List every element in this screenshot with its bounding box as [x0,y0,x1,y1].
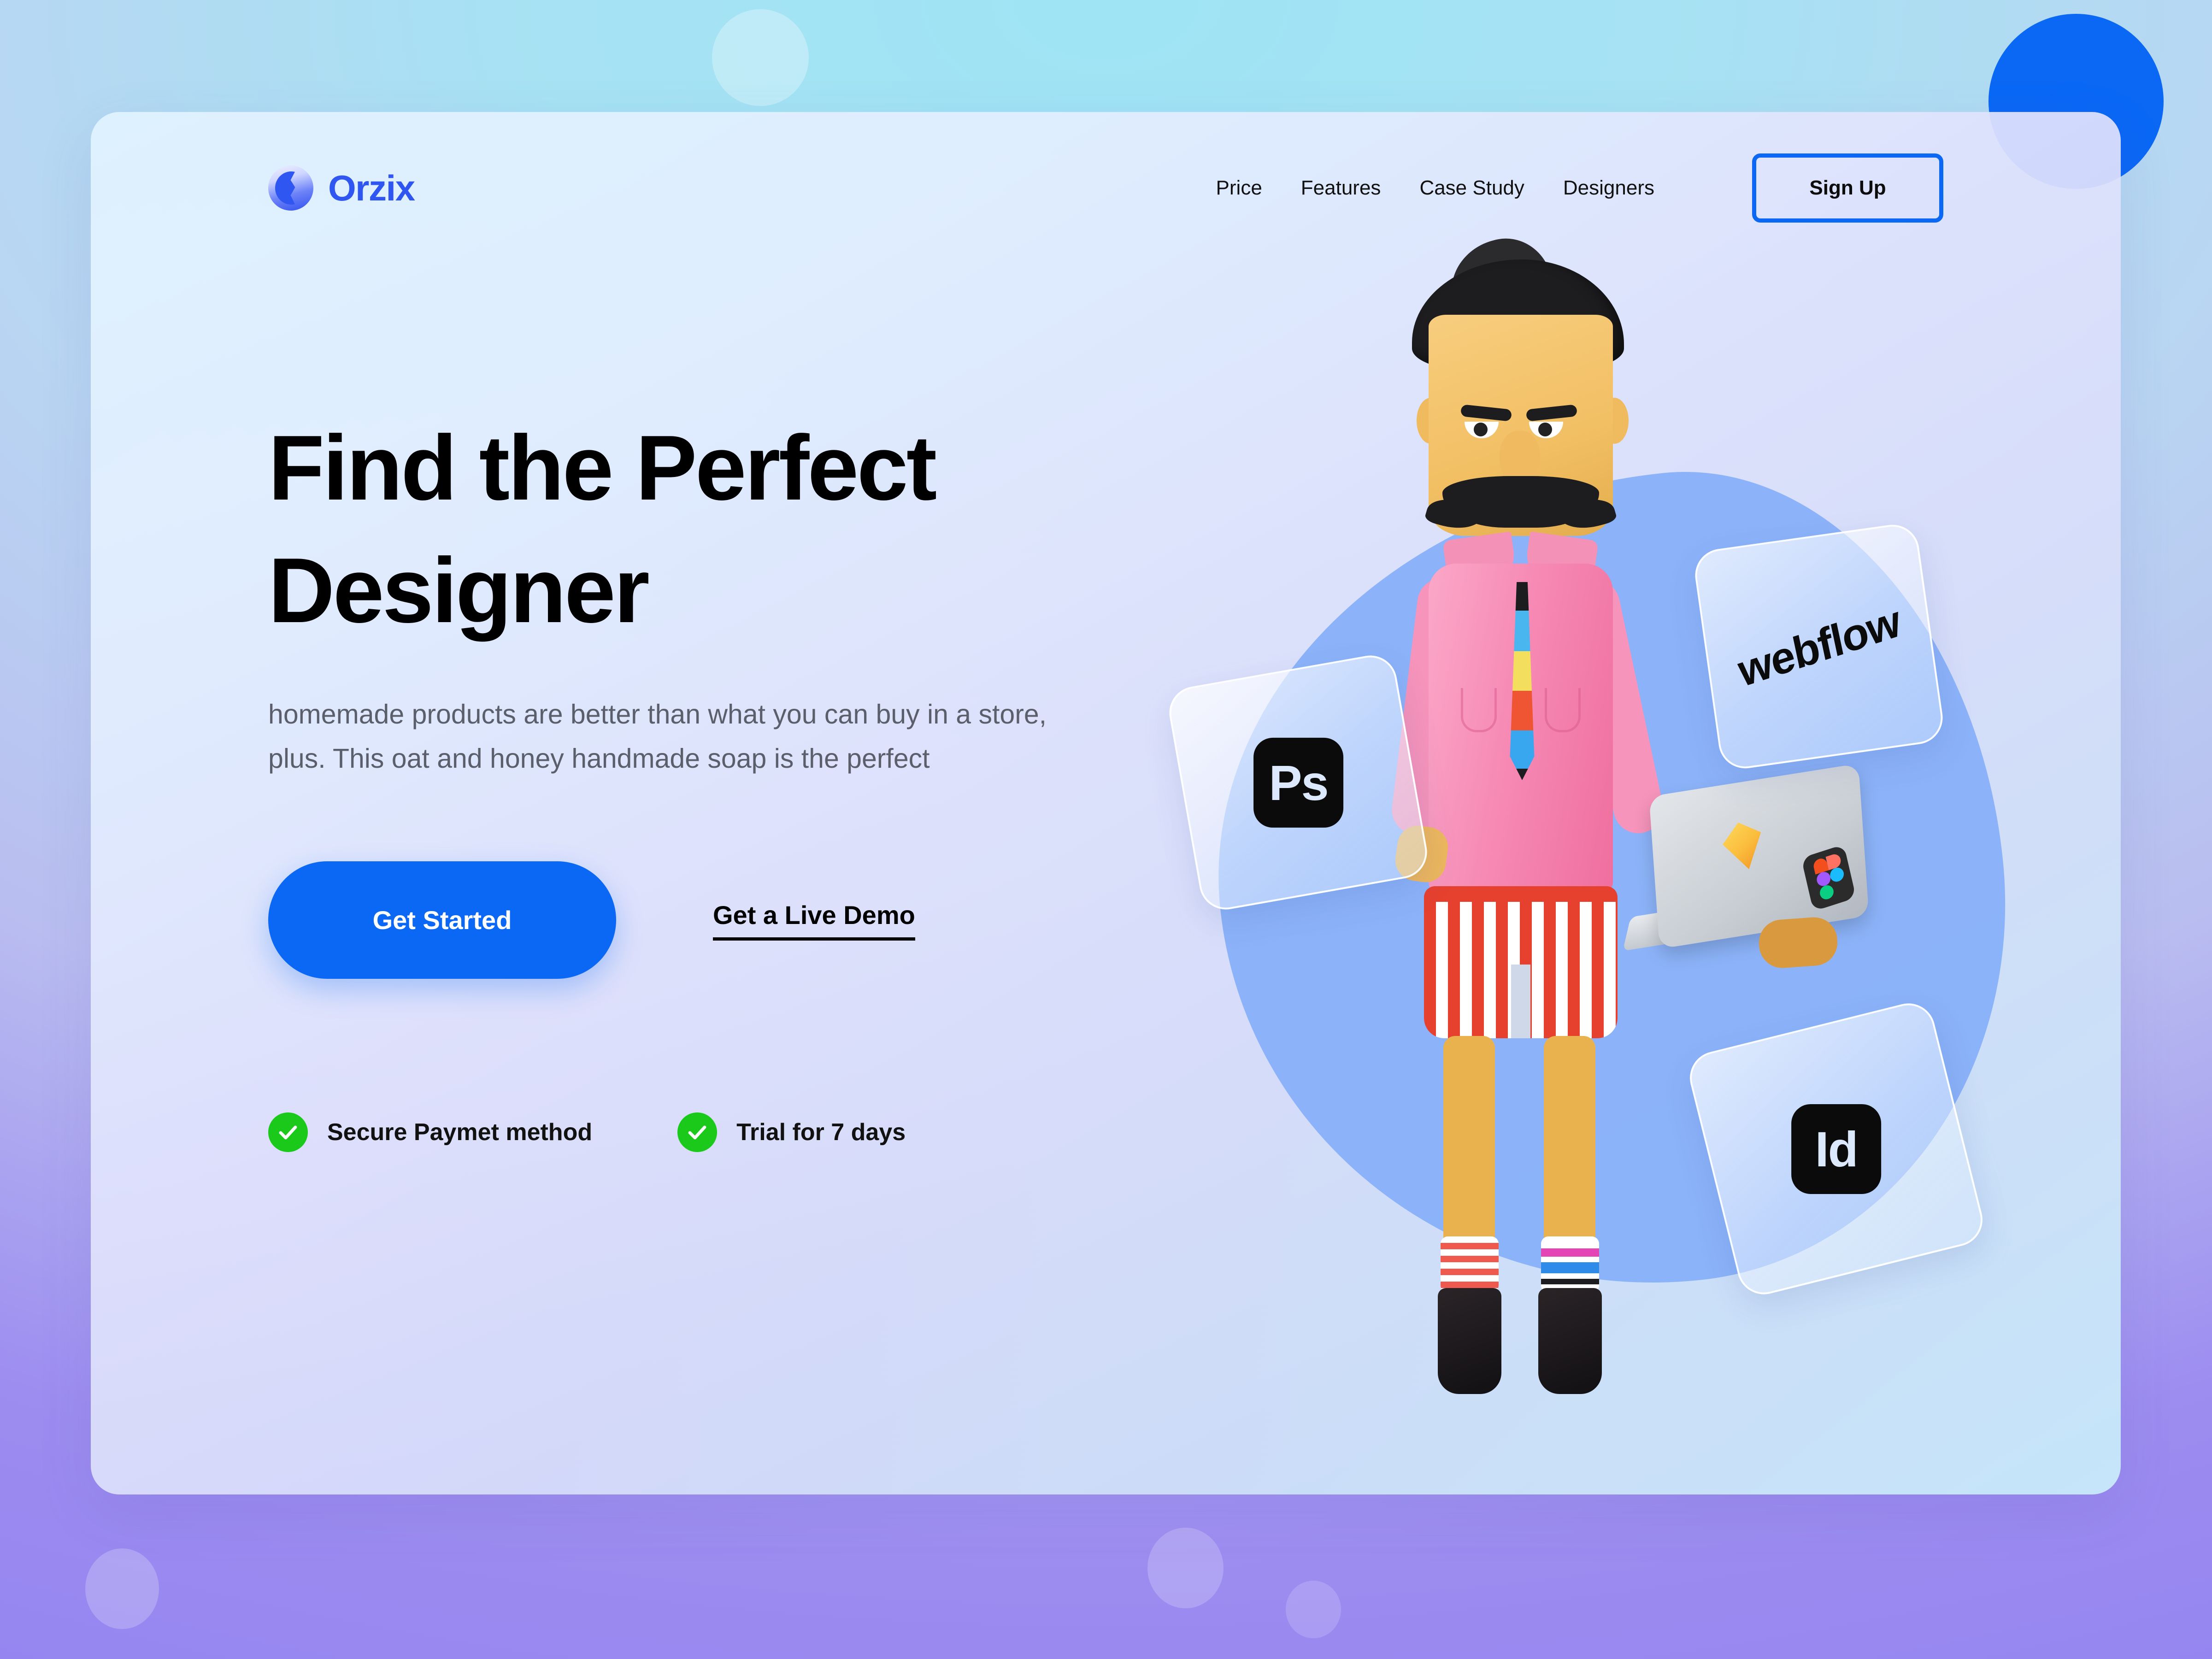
brand-name: Orzix [328,167,415,208]
sketch-diamond-icon [1719,816,1768,875]
leg-left [1443,1036,1495,1257]
perk-label: Trial for 7 days [736,1119,906,1146]
striped-shorts [1424,886,1618,1038]
cta-row: Get Started Get a Live Demo [268,861,1190,979]
page-title: Find the Perfect Designer [268,417,937,642]
nav-link-features[interactable]: Features [1282,176,1400,200]
perk-label: Secure Paymet method [327,1119,593,1146]
bg-circle-bottom-left [85,1548,159,1629]
bg-circle-top [712,9,809,106]
photoshop-icon: Ps [1253,737,1343,828]
orzix-circle-logo-icon [268,165,313,211]
laptop [1623,763,1893,974]
nav-link-designers[interactable]: Designers [1544,176,1674,200]
figma-shape-green [1818,883,1835,901]
shirt-pocket-left [1461,688,1497,732]
boot-right [1538,1288,1602,1394]
mustache [1442,476,1599,528]
check-icon [677,1112,718,1153]
webflow-wordmark-icon: webflow [1734,596,1904,697]
boot-left [1438,1288,1501,1394]
figma-icon [1801,844,1856,912]
perk-trial: Trial for 7 days [677,1112,906,1153]
main-nav: Price Features Case Study Designers Sign… [1197,153,1943,223]
sock-left [1441,1236,1499,1293]
shirt-pocket-right [1545,688,1581,732]
sock-right [1541,1236,1599,1293]
bg-circle-bottom-center-2 [1286,1581,1341,1638]
get-started-button[interactable]: Get Started [268,861,616,979]
app-card-webflow[interactable]: webflow [1691,521,1947,772]
perks-list: Secure Paymet method Trial for 7 days [268,1112,1190,1153]
perk-secure-payment: Secure Paymet method [268,1112,593,1153]
check-icon [268,1112,308,1153]
indesign-icon: Id [1791,1104,1881,1194]
get-live-demo-link[interactable]: Get a Live Demo [713,900,915,941]
nav-link-case-study[interactable]: Case Study [1400,176,1543,200]
hero-content: Find the Perfect Designer homemade produ… [268,407,1190,1153]
hero-description: homemade products are better than what y… [268,699,1047,774]
nav-link-price[interactable]: Price [1197,176,1282,200]
brand-logo[interactable]: Orzix [268,165,415,211]
app-card-photoshop[interactable]: Ps [1165,651,1431,914]
hero-illustration: Ps webflow Id [1165,229,2121,1494]
hand-right [1757,916,1839,970]
leg-right [1544,1036,1595,1257]
laptop-lid [1649,763,1869,949]
sign-up-button[interactable]: Sign Up [1752,153,1943,223]
hero-panel: Orzix Price Features Case Study Designer… [91,112,2121,1494]
bg-circle-bottom-center [1147,1528,1224,1608]
